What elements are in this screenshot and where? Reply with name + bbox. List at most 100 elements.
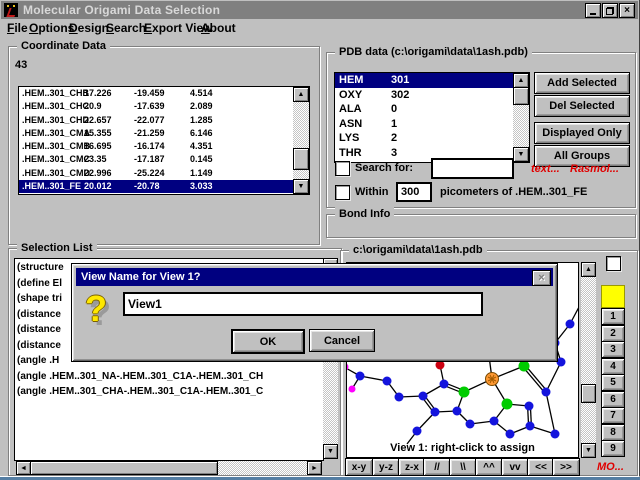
within-label: Within bbox=[355, 186, 389, 198]
viewer-vscrollbar[interactable] bbox=[581, 262, 596, 458]
scroll-thumb[interactable] bbox=[581, 384, 596, 403]
coordinate-row[interactable]: .HEM..301_CMD22.996-25.2241.149 bbox=[19, 167, 293, 180]
atom-blue bbox=[383, 377, 392, 386]
view-button-2[interactable]: 2 bbox=[601, 325, 625, 342]
menu-item-about[interactable]: About bbox=[201, 21, 236, 35]
minimize-button[interactable] bbox=[585, 3, 601, 18]
app-icon bbox=[4, 3, 18, 17]
coordinate-row[interactable]: .HEM..301_FE20.012-20.783.033 bbox=[19, 180, 293, 193]
app-window: Molecular Origami Data Selection × FileO… bbox=[0, 0, 640, 477]
atom-blue bbox=[490, 417, 499, 426]
atom-blue bbox=[431, 408, 440, 417]
rasmol-link[interactable]: Rasmol... bbox=[570, 163, 619, 175]
view-button-1[interactable]: 1 bbox=[601, 308, 625, 325]
atom-blue bbox=[566, 320, 575, 329]
add-selected-button[interactable]: Add Selected bbox=[534, 72, 630, 94]
atom-blue bbox=[395, 393, 404, 402]
toolbar-button-1[interactable]: x-y bbox=[345, 458, 373, 476]
view-button-4[interactable]: 4 bbox=[601, 358, 625, 375]
atom-blue bbox=[440, 380, 449, 389]
del-selected-button[interactable]: Del Selected bbox=[534, 95, 630, 117]
coordinate-row[interactable]: .HEM..301_CHB17.226-19.4594.514 bbox=[19, 87, 293, 100]
view-button-3[interactable]: 3 bbox=[601, 341, 625, 358]
scroll-up-button[interactable] bbox=[581, 262, 596, 277]
view-button-6[interactable]: 6 bbox=[601, 391, 625, 408]
scroll-thumb[interactable] bbox=[30, 461, 218, 475]
search-input[interactable] bbox=[431, 158, 514, 179]
view-button-8[interactable]: 8 bbox=[601, 424, 625, 441]
toolbar-button-5[interactable]: \\ bbox=[449, 458, 477, 476]
active-view-swatch[interactable] bbox=[601, 285, 625, 308]
view-button-9[interactable]: 9 bbox=[601, 440, 625, 457]
scroll-down-button[interactable] bbox=[513, 147, 529, 162]
bond-info-label: Bond Info bbox=[335, 207, 394, 221]
viewer-checkbox[interactable] bbox=[606, 256, 621, 271]
toolbar-button-4[interactable]: // bbox=[423, 458, 451, 476]
scroll-up-button[interactable] bbox=[513, 73, 529, 88]
toolbar-button-3[interactable]: z-x bbox=[398, 458, 426, 476]
coordinate-scrollbar[interactable] bbox=[293, 87, 309, 194]
selection-row[interactable]: (angle .HEM..301_CHA-.HEM..301_C1A-.HEM.… bbox=[15, 384, 323, 400]
close-icon: × bbox=[538, 273, 544, 284]
within-checkbox[interactable] bbox=[335, 185, 350, 200]
pdb-row[interactable]: HEM301 bbox=[335, 73, 513, 88]
scroll-thumb[interactable] bbox=[293, 148, 309, 170]
pdb-data-label: PDB data (c:\origami\data\1ash.pdb) bbox=[335, 45, 532, 59]
selection-row[interactable]: (angle .HEM..301_NA-.HEM..301_C1A-.HEM..… bbox=[15, 369, 323, 385]
desktop: Molecular Origami Data Selection × FileO… bbox=[0, 0, 640, 480]
pdb-scrollbar[interactable] bbox=[513, 73, 529, 162]
scroll-right-button[interactable] bbox=[307, 461, 322, 475]
displayed-only-button[interactable]: Displayed Only bbox=[534, 122, 630, 144]
coordinate-row[interactable]: .HEM..301_CHD22.657-22.0771.285 bbox=[19, 114, 293, 127]
search-checkbox[interactable] bbox=[335, 161, 350, 176]
menu-item-search[interactable]: Search bbox=[106, 21, 146, 35]
atom-blue bbox=[453, 407, 462, 416]
coordinate-listbox: .HEM..301_CHB17.226-19.4594.514.HEM..301… bbox=[18, 86, 310, 195]
scroll-down-button[interactable] bbox=[293, 179, 309, 194]
coordinate-row[interactable]: .HEM..301_CHC20.9-17.6392.089 bbox=[19, 100, 293, 113]
text-link[interactable]: text... bbox=[531, 163, 560, 175]
view-button-5[interactable]: 5 bbox=[601, 374, 625, 391]
coordinate-list: .HEM..301_CHB17.226-19.4594.514.HEM..301… bbox=[19, 87, 293, 194]
toolbar-button-6[interactable]: ^^ bbox=[475, 458, 503, 476]
coordinate-row[interactable]: .HEM..301_CMB16.695-16.1744.351 bbox=[19, 140, 293, 153]
restore-button[interactable] bbox=[602, 3, 618, 18]
view-name-input[interactable] bbox=[123, 292, 483, 316]
scroll-down-button[interactable] bbox=[581, 443, 596, 458]
pdb-row[interactable]: OXY302 bbox=[335, 88, 513, 103]
pdb-row[interactable]: ASN1 bbox=[335, 117, 513, 132]
bond-info-group: Bond Info bbox=[326, 214, 636, 238]
menu-item-design[interactable]: Design bbox=[69, 21, 109, 35]
dialog-title-bar[interactable]: View Name for View 1? × bbox=[76, 268, 553, 286]
toolbar-button-2[interactable]: y-z bbox=[372, 458, 400, 476]
menu-item-options[interactable]: Options bbox=[29, 21, 74, 35]
selection-hscrollbar[interactable] bbox=[16, 461, 322, 475]
pdb-listbox: HEM301OXY302ALA0ASN1LYS2THR3 bbox=[334, 72, 530, 163]
dialog-close-button[interactable]: × bbox=[532, 270, 551, 286]
scroll-down-button[interactable] bbox=[323, 444, 338, 459]
pdb-row[interactable]: LYS2 bbox=[335, 131, 513, 146]
scroll-up-button[interactable] bbox=[293, 87, 309, 102]
toolbar-button-8[interactable]: << bbox=[527, 458, 555, 476]
atom-blue bbox=[526, 422, 535, 431]
coordinate-row[interactable]: .HEM..301_CMA15.355-21.2596.146 bbox=[19, 127, 293, 140]
scroll-thumb[interactable] bbox=[513, 87, 529, 105]
scroll-left-button[interactable] bbox=[16, 461, 31, 475]
coordinate-count: 43 bbox=[15, 59, 27, 71]
window-title: Molecular Origami Data Selection bbox=[23, 3, 220, 17]
pdb-row[interactable]: ALA0 bbox=[335, 102, 513, 117]
within-input[interactable] bbox=[396, 182, 432, 202]
viewer-status: View 1: right-click to assign bbox=[347, 442, 578, 454]
toolbar-button-7[interactable]: vv bbox=[501, 458, 529, 476]
view-button-7[interactable]: 7 bbox=[601, 407, 625, 424]
close-button[interactable]: × bbox=[619, 3, 635, 18]
cancel-button[interactable]: Cancel bbox=[309, 329, 375, 352]
viewer-path-label: c:\origami\data\1ash.pdb bbox=[349, 243, 487, 257]
menu-item-file[interactable]: File bbox=[7, 21, 28, 35]
coordinate-data-label: Coordinate Data bbox=[17, 39, 110, 53]
toolbar-button-9[interactable]: >> bbox=[552, 458, 580, 476]
ok-button[interactable]: OK bbox=[231, 329, 305, 354]
view-name-dialog: View Name for View 1? × ? OK Cancel bbox=[71, 263, 558, 362]
coordinate-row[interactable]: .HEM..301_CMC23.35-17.1870.145 bbox=[19, 153, 293, 166]
search-label: Search for: bbox=[355, 162, 413, 174]
